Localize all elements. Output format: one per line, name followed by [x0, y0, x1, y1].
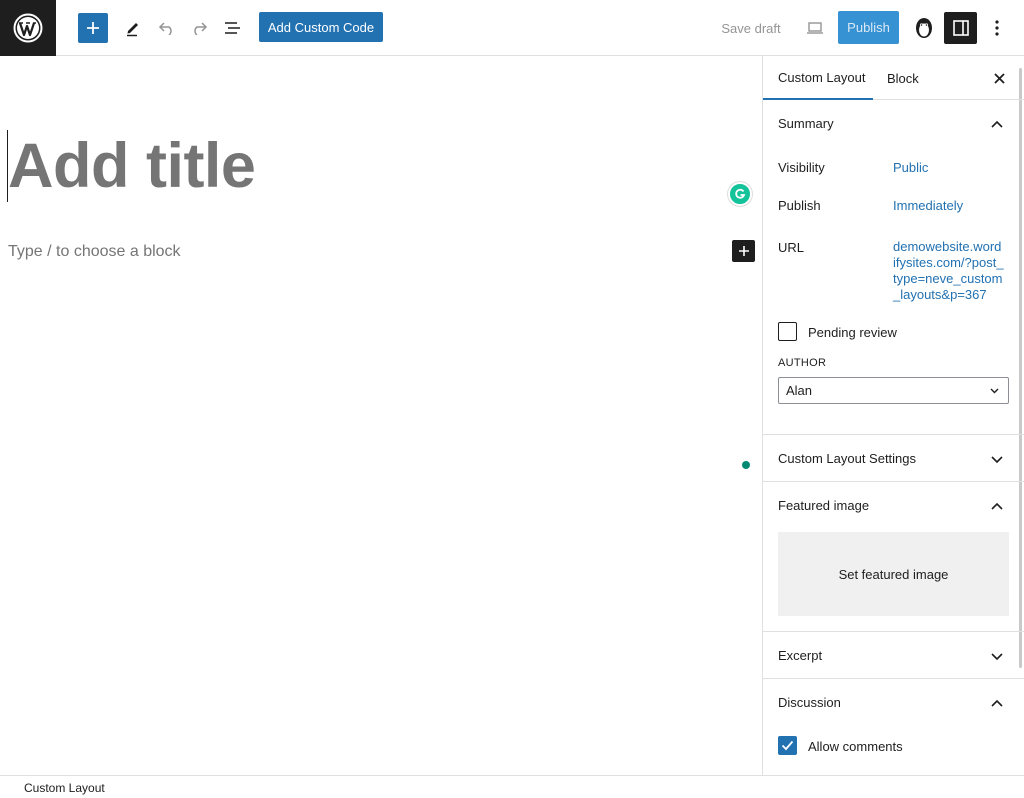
- undo-button[interactable]: [154, 14, 180, 42]
- featured-image-panel: Featured image Set featured image: [763, 482, 1024, 632]
- block-placeholder[interactable]: Type / to choose a block: [8, 243, 181, 261]
- neve-options-button[interactable]: [910, 13, 938, 43]
- editor-header: Add Custom Code Save draft Publish: [0, 0, 1024, 56]
- discussion-header[interactable]: Discussion: [763, 679, 1024, 726]
- publish-button[interactable]: Publish: [838, 11, 899, 44]
- excerpt-panel: Excerpt: [763, 632, 1024, 679]
- save-draft-button[interactable]: Save draft: [718, 14, 784, 42]
- laptop-icon: [807, 22, 823, 34]
- url-line: type=neve_custom: [893, 271, 1003, 286]
- block-breadcrumb-bar: Custom Layout: [0, 775, 1024, 798]
- discussion-panel: Discussion Allow comments: [763, 679, 1024, 775]
- status-dot: [742, 461, 750, 469]
- panel-title: Custom Layout Settings: [778, 451, 917, 466]
- add-custom-code-button[interactable]: Add Custom Code: [259, 12, 383, 42]
- panel-title: Excerpt: [778, 648, 823, 663]
- summary-panel-header[interactable]: Summary: [763, 100, 1024, 147]
- grammarly-g-icon: [735, 188, 746, 199]
- more-vertical-icon: [995, 20, 999, 36]
- settings-sidebar: Custom Layout Block Summary Visibility P…: [762, 56, 1024, 775]
- chevron-up-icon: [991, 120, 1003, 128]
- document-overview-button[interactable]: [220, 14, 246, 42]
- wordpress-icon: [13, 13, 43, 43]
- edit-tool-button[interactable]: [120, 14, 146, 42]
- pending-review-checkbox[interactable]: [778, 322, 797, 341]
- preview-button[interactable]: [802, 14, 828, 42]
- panel-title: Featured image: [778, 498, 870, 513]
- chevron-up-icon: [991, 699, 1003, 707]
- chevron-up-icon: [991, 502, 1003, 510]
- pencil-icon: [127, 23, 138, 37]
- redo-button[interactable]: [186, 14, 212, 42]
- block-inserter-button[interactable]: [78, 13, 108, 43]
- allow-comments-checkbox[interactable]: [778, 736, 797, 755]
- author-select[interactable]: Alan: [778, 377, 1009, 404]
- breadcrumb-item[interactable]: Custom Layout: [24, 781, 105, 795]
- url-line: _layouts&p=367: [893, 287, 987, 302]
- visibility-value[interactable]: Public: [893, 160, 928, 176]
- custom-layout-settings-header[interactable]: Custom Layout Settings: [763, 435, 1024, 482]
- publish-label: Publish: [778, 198, 821, 213]
- panel-title: Discussion: [778, 695, 841, 710]
- grammarly-icon[interactable]: [728, 182, 752, 206]
- pending-review-label: Pending review: [808, 325, 897, 340]
- author-value: Alan: [786, 383, 813, 398]
- plus-icon: [738, 246, 749, 256]
- visibility-label: Visibility: [778, 160, 825, 175]
- chevron-down-icon: [991, 653, 1003, 661]
- sidebar-tabs: Custom Layout Block: [763, 56, 1024, 100]
- close-icon: [993, 72, 1005, 84]
- settings-sidebar-toggle[interactable]: [944, 12, 977, 44]
- publish-date-value[interactable]: Immediately: [893, 198, 963, 214]
- panel-title: Summary: [778, 116, 834, 131]
- allow-comments-label: Allow comments: [808, 739, 903, 754]
- plus-icon: [87, 22, 99, 34]
- editor-canvas: Add title Type / to choose a block: [0, 56, 762, 775]
- close-sidebar-button[interactable]: [989, 68, 1009, 88]
- sidebar-icon: [952, 20, 969, 36]
- add-block-button[interactable]: [732, 240, 755, 262]
- tab-block[interactable]: Block: [887, 56, 919, 100]
- redo-icon: [194, 22, 208, 35]
- post-title-input[interactable]: Add title: [8, 128, 256, 204]
- url-line: ifysites.com/?post_: [893, 255, 1004, 270]
- url-line: demowebsite.word: [893, 239, 1002, 254]
- penguin-icon: [916, 18, 932, 38]
- tab-custom-layout[interactable]: Custom Layout: [763, 56, 873, 100]
- url-value[interactable]: demowebsite.word ifysites.com/?post_ typ…: [893, 239, 1004, 303]
- checkmark-icon: [781, 740, 794, 751]
- excerpt-header[interactable]: Excerpt: [763, 632, 1024, 679]
- chevron-down-icon: [991, 456, 1003, 464]
- custom-layout-settings-panel: Custom Layout Settings: [763, 435, 1024, 482]
- undo-icon: [158, 22, 172, 35]
- wordpress-logo[interactable]: [0, 0, 56, 56]
- options-menu-button[interactable]: [984, 13, 1010, 43]
- featured-image-header[interactable]: Featured image: [763, 482, 1024, 529]
- author-label: AUTHOR: [778, 357, 827, 369]
- summary-panel: Summary Visibility Public Publish Immedi…: [763, 100, 1024, 435]
- url-label: URL: [778, 240, 805, 255]
- chevron-down-icon: [990, 388, 999, 394]
- list-view-icon: [225, 22, 240, 34]
- set-featured-image-button[interactable]: Set featured image: [778, 532, 1009, 616]
